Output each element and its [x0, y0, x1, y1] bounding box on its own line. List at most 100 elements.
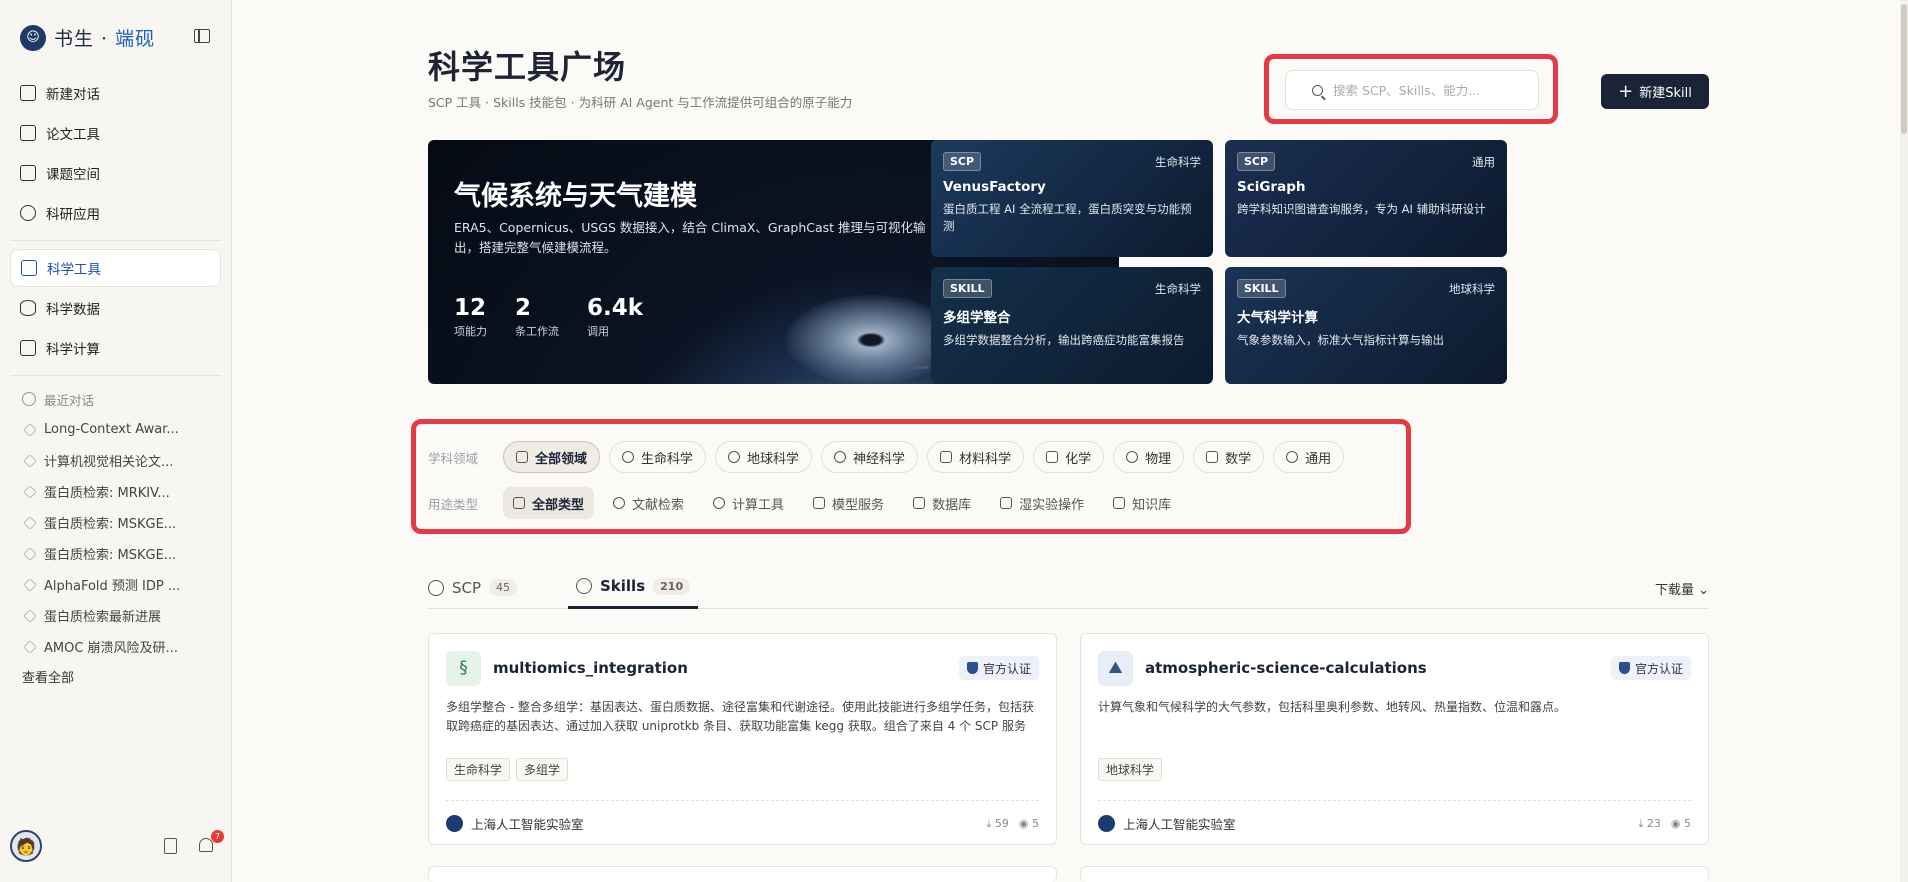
- chat-icon: [23, 577, 37, 592]
- nav-item-science-compute[interactable]: 科学计算: [10, 329, 221, 367]
- tab-skills[interactable]: Skills 210: [568, 566, 699, 609]
- filter-chip-general[interactable]: 通用: [1273, 441, 1345, 473]
- featured-card-scigraph[interactable]: SCP 通用 SciGraph 跨学科知识图谱查询服务，专为 AI 辅助科研设计: [1225, 140, 1507, 257]
- filter-chip-physics[interactable]: 物理: [1113, 441, 1185, 473]
- skill-name: multiomics_integration: [493, 659, 688, 677]
- nav-item-science-data[interactable]: 科学数据: [10, 289, 221, 327]
- tab-scp[interactable]: SCP 45: [428, 566, 518, 609]
- monitor-icon: [20, 340, 36, 356]
- nav-item-project-space[interactable]: 课题空间: [10, 154, 221, 192]
- sort-dropdown[interactable]: 下载量 ⌄: [1655, 579, 1709, 598]
- type-badge: SCP: [1237, 152, 1276, 171]
- hero-title: 气候系统与天气建模: [454, 181, 697, 212]
- docs-icon[interactable]: [164, 838, 177, 854]
- card-title: VenusFactory: [943, 179, 1046, 195]
- skill-card-multiomics[interactable]: § multiomics_integration 官方认证 多组学整合 - 整合…: [428, 633, 1057, 845]
- nav-item-science-tools[interactable]: 科学工具: [10, 249, 221, 287]
- book-icon: [1113, 497, 1126, 509]
- filter-chip-model-service[interactable]: 模型服务: [803, 487, 894, 519]
- recent-chats-title: 最近对话: [10, 384, 221, 414]
- skill-description: 计算气象和气候科学的大气参数，包括科里奥利参数、地转风、热量指数、位温和露点。: [1098, 700, 1567, 714]
- brain-icon: [834, 451, 847, 463]
- skill-description: 多组学整合 - 整合多组学：基因表达、蛋白质数据、途径富集和代谢途径。使用此技能…: [446, 700, 1034, 733]
- domain-label: 生命科学: [1155, 282, 1201, 296]
- search-input[interactable]: [1333, 82, 1523, 98]
- skill-card-partial[interactable]: [1080, 866, 1709, 882]
- dna-icon: §: [446, 650, 481, 686]
- download-count: ⤓ 23: [1638, 816, 1661, 830]
- cube-icon: [20, 205, 36, 221]
- verified-badge: 官方认证: [958, 656, 1039, 680]
- filter-chip-compute-tools[interactable]: 计算工具: [703, 487, 794, 519]
- nav-item-research-apps[interactable]: 科研应用: [10, 194, 221, 232]
- view-all-chats-link[interactable]: 查看全部: [10, 662, 221, 690]
- tool-tabs: SCP 45 Skills 210 下载量 ⌄: [428, 566, 1709, 609]
- chat-icon: [23, 546, 37, 561]
- scrollbar-thumb[interactable]: [1901, 4, 1907, 134]
- nav-item-new-chat[interactable]: 新建对话: [10, 74, 221, 112]
- search-icon: [1312, 84, 1323, 96]
- hero-stat: 6.4k 调用: [587, 295, 644, 338]
- chat-icon: [23, 453, 37, 468]
- filter-chip-wet-lab[interactable]: 湿实验操作: [990, 487, 1094, 519]
- mountain-chart-icon: ⛰: [1098, 650, 1133, 686]
- recent-chat-item[interactable]: AlphaFold 预测 IDP ...: [10, 569, 221, 600]
- filter-chip-database[interactable]: 数据库: [903, 487, 981, 519]
- filter-chip-all-types[interactable]: 全部类型: [503, 487, 595, 519]
- chat-icon: [23, 608, 37, 623]
- skill-card-header: § multiomics_integration 官方认证: [446, 650, 1039, 686]
- filter-chip-earth-science[interactable]: 地球科学: [715, 441, 813, 473]
- card-title: 多组学整合: [943, 310, 1011, 326]
- recent-chat-item[interactable]: 蛋白质检索: MRKIV...: [10, 476, 221, 507]
- network-icon: [813, 497, 826, 509]
- chat-icon: [23, 422, 37, 437]
- skill-card-partial[interactable]: [428, 866, 1057, 882]
- brand[interactable]: ☺ 书生 · 端砚: [20, 24, 155, 51]
- type-badge: SCP: [943, 152, 982, 171]
- new-skill-button[interactable]: + 新建Skill: [1601, 74, 1709, 109]
- featured-card-atmospheric[interactable]: SKILL 地球科学 大气科学计算 气象参数输入，标准大气指标计算与输出: [1225, 267, 1507, 384]
- sparkle-icon: [1286, 451, 1299, 463]
- bell-icon[interactable]: [199, 838, 213, 852]
- brand-name: 书生 · 端砚: [54, 28, 156, 50]
- filter-chip-neuroscience[interactable]: 神经科学: [821, 441, 919, 473]
- filter-chip-materials[interactable]: 材料科学: [927, 441, 1025, 473]
- nav-divider: [10, 375, 221, 376]
- recent-chat-item[interactable]: 蛋白质检索: MSKGE...: [10, 538, 221, 569]
- skill-card-atmospheric[interactable]: ⛰ atmospheric-science-calculations 官方认证 …: [1080, 633, 1709, 845]
- recent-chat-item[interactable]: 蛋白质检索: MSKGE...: [10, 507, 221, 538]
- filter-chip-knowledge-base[interactable]: 知识库: [1103, 487, 1181, 519]
- recent-chat-item[interactable]: Long-Context Awar...: [10, 414, 221, 445]
- page-scrollbar[interactable]: [1900, 0, 1908, 882]
- history-icon: [22, 392, 36, 406]
- filter-chip-literature[interactable]: 文献检索: [603, 487, 694, 519]
- recent-chat-item[interactable]: 蛋白质检索最新进展: [10, 600, 221, 631]
- chat-icon: [23, 484, 37, 499]
- filter-chip-chemistry[interactable]: 化学: [1033, 441, 1105, 473]
- gear-icon: [713, 497, 726, 509]
- featured-card-multiomics[interactable]: SKILL 生命科学 多组学整合 多组学数据整合分析，输出跨癌症功能富集报告: [931, 267, 1213, 384]
- grid-icon: [513, 497, 525, 509]
- hexagon-icon: [940, 451, 953, 463]
- type-badge: SKILL: [1237, 279, 1286, 298]
- nav-item-paper-tools[interactable]: 论文工具: [10, 114, 221, 152]
- search-box[interactable]: [1285, 70, 1539, 110]
- main-content: 科学工具广场 SCP 工具 · Skills 技能包 · 为科研 AI Agen…: [233, 0, 1908, 882]
- user-avatar[interactable]: 🧑: [10, 830, 42, 862]
- card-description: 气象参数输入，标准大气指标计算与输出: [1237, 333, 1444, 347]
- sidebar-toggle-icon[interactable]: [194, 29, 210, 43]
- recent-chat-item[interactable]: AMOC 崩溃风险及研...: [10, 631, 221, 662]
- recent-chat-item[interactable]: 计算机视觉相关论文...: [10, 445, 221, 476]
- filter-chip-life-science[interactable]: 生命科学: [609, 441, 707, 473]
- filter-chip-math[interactable]: 数学: [1193, 441, 1265, 473]
- search-icon: [613, 497, 626, 509]
- skill-tag[interactable]: 生命科学: [446, 758, 511, 781]
- filter-chip-all-domains[interactable]: 全部领域: [503, 441, 601, 473]
- skill-tag[interactable]: 多组学: [516, 758, 569, 781]
- skill-card-header: ⛰ atmospheric-science-calculations 官方认证: [1098, 650, 1691, 686]
- carousel-dot[interactable]: [904, 366, 929, 369]
- network-icon: [428, 579, 444, 596]
- skill-tag[interactable]: 地球科学: [1098, 758, 1163, 781]
- featured-card-venusfactory[interactable]: SCP 生命科学 VenusFactory 蛋白质工程 AI 全流程工程，蛋白质…: [931, 140, 1213, 257]
- page-title: 科学工具广场: [428, 48, 627, 86]
